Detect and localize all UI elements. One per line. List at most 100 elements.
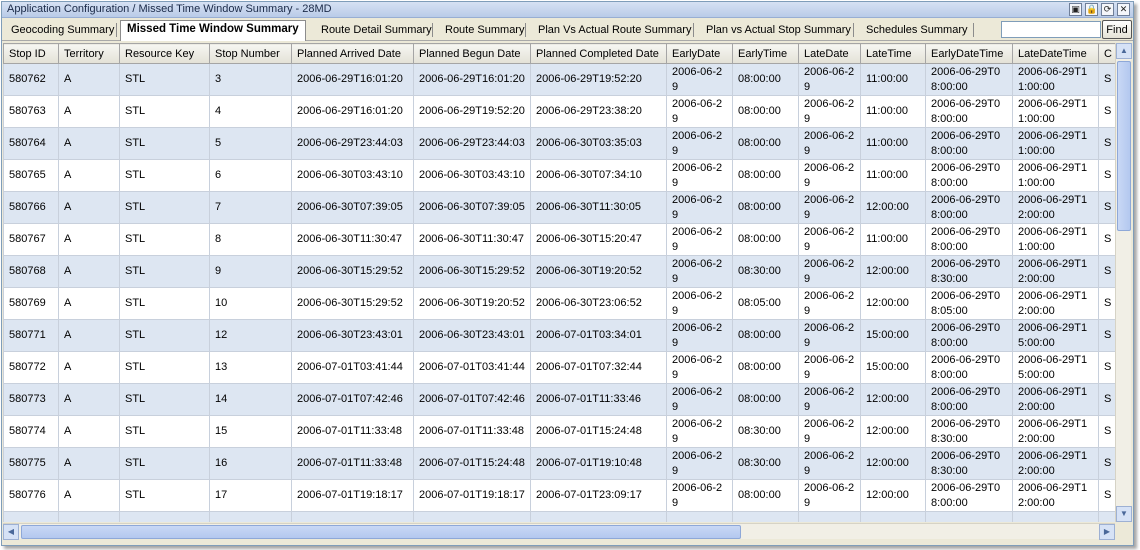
column-header-early-date[interactable]: EarlyDate	[666, 43, 733, 64]
cell-early-time: 08:05:00	[732, 287, 799, 320]
cell-early-date: 2006-06-29	[666, 127, 733, 160]
column-header-resource-key[interactable]: Resource Key	[119, 43, 210, 64]
cell-stop-number: 5	[209, 127, 292, 160]
column-header-stop-id[interactable]: Stop ID	[3, 43, 59, 64]
vertical-scrollbar[interactable]: ▲ ▼	[1115, 43, 1132, 522]
tab-geocoding-summary[interactable]: Geocoding Summary	[4, 21, 121, 40]
column-header-c[interactable]: C	[1098, 43, 1115, 64]
cell-stop-id: 580766	[3, 191, 59, 224]
table-row[interactable]: 580768 A STL 9 2006-06-30T15:29:52 2006-06-30…	[3, 255, 1115, 288]
column-header-early-date-time[interactable]: EarlyDateTime	[925, 43, 1013, 64]
column-header-planned-arrived-date[interactable]: Planned Arrived Date	[291, 43, 414, 64]
cell-resource-key: STL	[119, 351, 210, 384]
cell-planned-arrived-date: 2006-07-01T07:42:46	[291, 383, 414, 416]
refresh-icon[interactable]: ⟳	[1101, 3, 1114, 16]
table-row[interactable]: 580772 A STL 13 2006-07-01T03:41:44 2006-07-0…	[3, 351, 1115, 384]
cell-late-date-time: 2006-06-29T12:00:00	[1012, 191, 1099, 224]
table-row[interactable]: 580773 A STL 14 2006-07-01T07:42:46 2006-07-0…	[3, 383, 1115, 416]
table-row[interactable]: 580771 A STL 12 2006-06-30T23:43:01 2006-06-3…	[3, 319, 1115, 352]
lock-icon[interactable]: 🔒	[1085, 3, 1098, 16]
cell-early-date: 2006-06-	[666, 511, 733, 522]
cell-planned-arrived-date: 2006-06-30T11:30:47	[291, 223, 414, 256]
scroll-up-icon[interactable]: ▲	[1116, 43, 1132, 59]
table-row[interactable]: 580762 A STL 3 2006-06-29T16:01:20 2006-06-29…	[3, 63, 1115, 96]
close-icon[interactable]: ✕	[1117, 3, 1130, 16]
cell-late-time: 11:00:00	[860, 63, 926, 96]
column-header-stop-number[interactable]: Stop Number	[209, 43, 292, 64]
column-header-territory[interactable]: Territory	[58, 43, 120, 64]
cell-stop-number: 7	[209, 191, 292, 224]
tab-missed-time-window-summary[interactable]: Missed Time Window Summary	[120, 20, 306, 41]
cell-stop-id: 580762	[3, 63, 59, 96]
cell-late-time: 15:00:00	[860, 351, 926, 384]
cell-planned-begun-date: 2006-07-01T03:41:44	[413, 351, 531, 384]
find-button[interactable]: Find	[1102, 20, 1132, 39]
cell-resource-key: STL	[119, 95, 210, 128]
cell-territory	[58, 511, 120, 522]
cell-planned-completed-date: 2006-06-30T03:35:03	[530, 127, 667, 160]
cell-stop-number: 13	[209, 351, 292, 384]
table-row[interactable]: 580774 A STL 15 2006-07-01T11:33:48 2006-07-0…	[3, 415, 1115, 448]
tab-separator	[693, 23, 694, 37]
table-row[interactable]: 580763 A STL 4 2006-06-29T16:01:20 2006-06-29…	[3, 95, 1115, 128]
tab-schedules-summary[interactable]: Schedules Summary	[859, 21, 975, 40]
cell-planned-begun-date: 2006-06-29T23:44:03	[413, 127, 531, 160]
horizontal-scrollbar[interactable]: ◀ ▶	[3, 523, 1115, 540]
cell-stop-id: 580775	[3, 447, 59, 480]
cell-late-date-time: 2006-06-29T11:00:00	[1012, 95, 1099, 128]
cell-planned-arrived-date: 2006-06-30T07:39:05	[291, 191, 414, 224]
table-row[interactable]: 580764 A STL 5 2006-06-29T23:44:03 2006-06-29…	[3, 127, 1115, 160]
cell-territory: A	[58, 127, 120, 160]
cell-stop-id: 580771	[3, 319, 59, 352]
cell-late-time: 12:00:00	[860, 191, 926, 224]
cell-late-time: 15:00:00	[860, 319, 926, 352]
table-row[interactable]: 580767 A STL 8 2006-06-30T11:30:47 2006-06-30…	[3, 223, 1115, 256]
column-header-planned-begun-date[interactable]: Planned Begun Date	[413, 43, 531, 64]
save-icon[interactable]: ▣	[1069, 3, 1082, 16]
column-header-late-date-time[interactable]: LateDateTime	[1012, 43, 1099, 64]
cell-late-date-time: 2006-06-29T11:00:00	[1012, 63, 1099, 96]
table-body: 580762 A STL 3 2006-06-29T16:01:20 2006-06-29…	[3, 63, 1115, 522]
cell-territory: A	[58, 415, 120, 448]
horizontal-scroll-thumb[interactable]	[21, 525, 741, 539]
cell-planned-begun-date: 2006-06-30T19:20:52	[413, 287, 531, 320]
tab-route-summary[interactable]: Route Summary	[438, 21, 531, 40]
table-row[interactable]: 580769 A STL 10 2006-06-30T15:29:52 2006-06-3…	[3, 287, 1115, 320]
cell-early-time: 08:00:00	[732, 159, 799, 192]
cell-early-date: 2006-06-29	[666, 255, 733, 288]
table-row[interactable]: 580775 A STL 16 2006-07-01T11:33:48 2006-07-0…	[3, 447, 1115, 480]
table-row[interactable]: 580766 A STL 7 2006-06-30T07:39:05 2006-06-30…	[3, 191, 1115, 224]
cell-stop-number: 4	[209, 95, 292, 128]
column-header-planned-completed-date[interactable]: Planned Completed Date	[530, 43, 667, 64]
tab-separator	[525, 23, 526, 37]
cell-early-time: 08:00:00	[732, 319, 799, 352]
cell-territory: A	[58, 319, 120, 352]
cell-stop-id: 580767	[3, 223, 59, 256]
cell-late-date: 2006-06-29	[798, 351, 861, 384]
column-header-early-time[interactable]: EarlyTime	[732, 43, 799, 64]
cell-territory: A	[58, 191, 120, 224]
table-row[interactable]: 580776 A STL 17 2006-07-01T19:18:17 2006-07-0…	[3, 479, 1115, 512]
cell-early-date: 2006-06-29	[666, 479, 733, 512]
column-header-late-time[interactable]: LateTime	[860, 43, 926, 64]
column-header-late-date[interactable]: LateDate	[798, 43, 861, 64]
cell-early-date-time: 2006-06-29T08:00:00	[925, 351, 1013, 384]
find-input[interactable]	[1001, 21, 1101, 38]
tab-plan-vs-actual-route-summary[interactable]: Plan Vs Actual Route Summary	[531, 21, 698, 40]
scroll-down-icon[interactable]: ▼	[1116, 506, 1132, 522]
cell-late-time: 12:00:00	[860, 415, 926, 448]
cell-early-time: 08:00:00	[732, 127, 799, 160]
cell-early-time: 08:00:00	[732, 95, 799, 128]
scroll-right-icon[interactable]: ▶	[1099, 524, 1115, 540]
cell-late-time: 11:00:00	[860, 159, 926, 192]
tab-route-detail-summary[interactable]: Route Detail Summary	[314, 21, 439, 40]
cell-early-time	[732, 511, 799, 522]
scroll-left-icon[interactable]: ◀	[3, 524, 19, 540]
cell-early-date-time: 2006-06-29T08:00:00	[925, 127, 1013, 160]
tab-plan-vs-actual-stop-summary[interactable]: Plan vs Actual Stop Summary	[699, 21, 858, 40]
data-grid[interactable]: Stop ID Territory Resource Key Stop Number P…	[3, 43, 1115, 522]
cell-c: S	[1098, 191, 1115, 224]
table-row[interactable]: 580765 A STL 6 2006-06-30T03:43:10 2006-06-30…	[3, 159, 1115, 192]
vertical-scroll-thumb[interactable]	[1117, 61, 1131, 231]
table-row[interactable]: 2006-07-2006-06-2006-06-2006-06-2006-06-	[3, 511, 1115, 522]
